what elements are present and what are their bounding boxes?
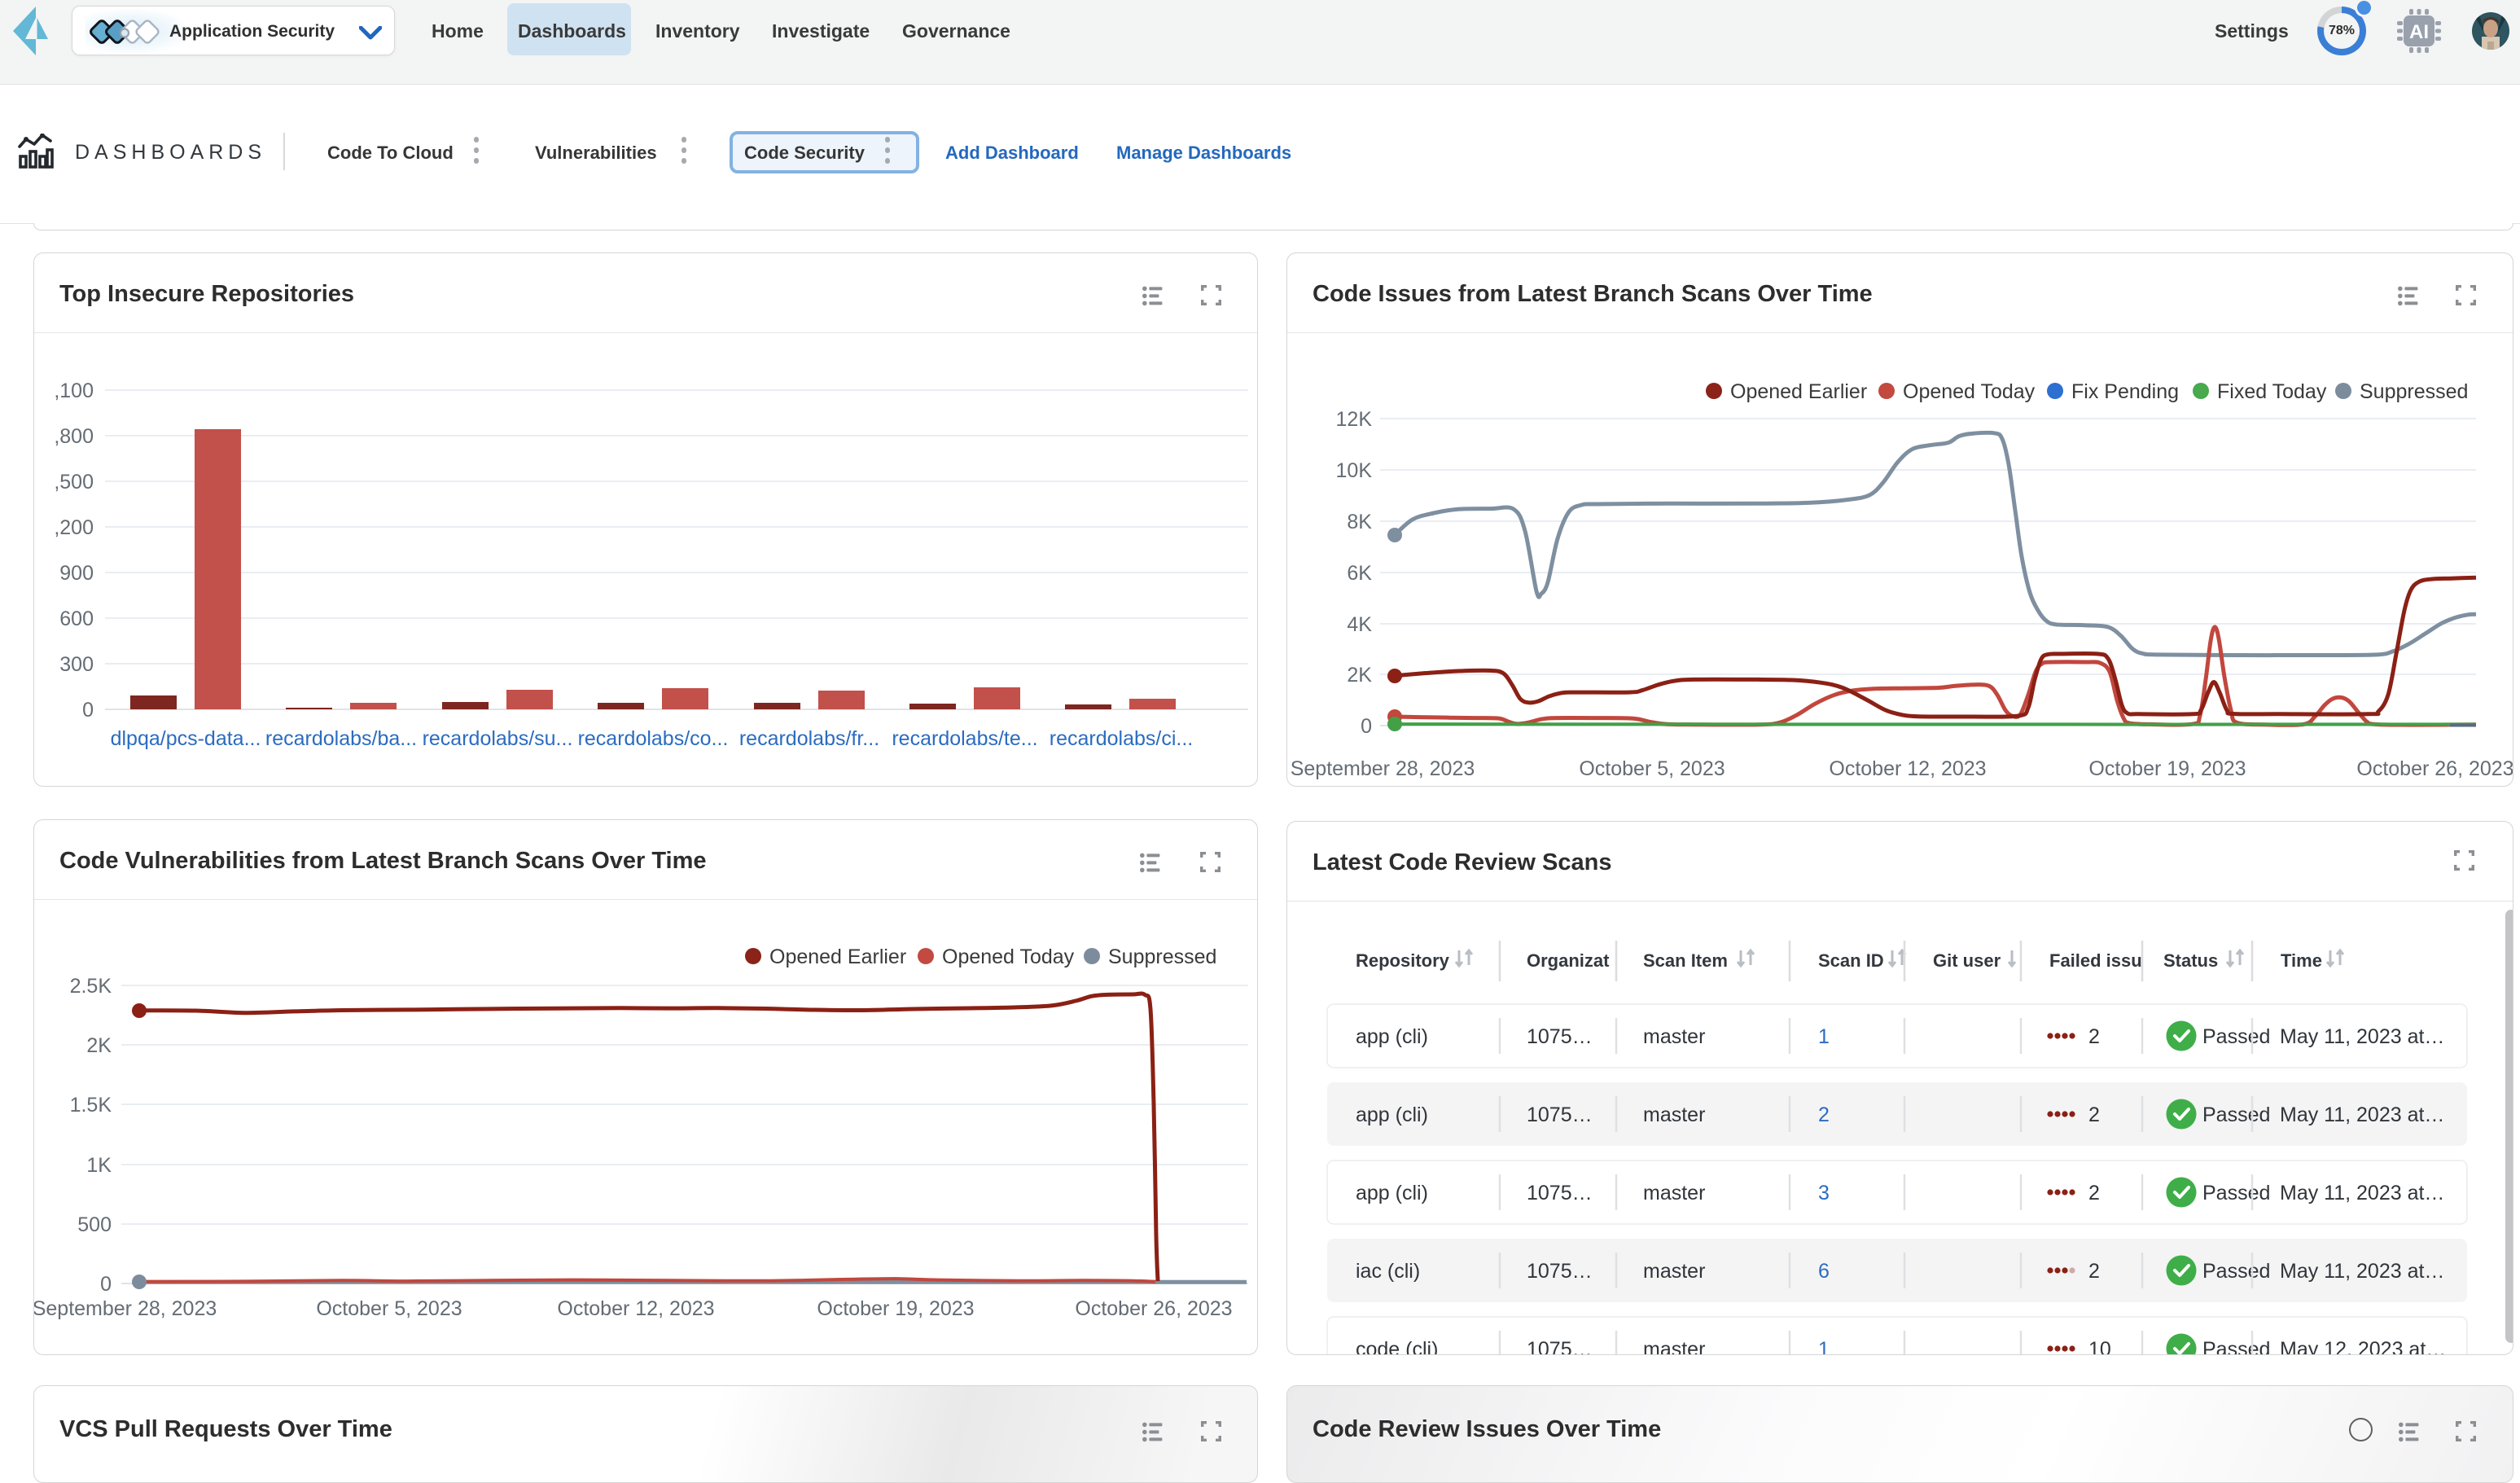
svg-text:app (cli): app (cli) bbox=[1356, 1182, 1428, 1204]
svg-text:September 28, 2023: September 28, 2023 bbox=[34, 1297, 217, 1320]
svg-text:Scan ID: Scan ID bbox=[1818, 950, 1884, 971]
svg-text:Organizat: Organizat bbox=[1527, 950, 1610, 971]
svg-text:May 11, 2023 at…: May 11, 2023 at… bbox=[2280, 1025, 2444, 1048]
svg-text:Opened Earlier: Opened Earlier bbox=[769, 946, 906, 968]
svg-text:6K: 6K bbox=[1347, 562, 1372, 585]
svg-text:,500: ,500 bbox=[54, 471, 94, 494]
svg-text:master: master bbox=[1643, 1025, 1705, 1048]
svg-text:iac (cli): iac (cli) bbox=[1356, 1260, 1420, 1283]
svg-text:master: master bbox=[1643, 1338, 1705, 1355]
svg-text:May 11, 2023 at…: May 11, 2023 at… bbox=[2280, 1260, 2444, 1283]
svg-text:1: 1 bbox=[1818, 1338, 1830, 1355]
svg-text:October 5, 2023: October 5, 2023 bbox=[1579, 757, 1725, 780]
svg-text:October 26, 2023: October 26, 2023 bbox=[2356, 757, 2513, 780]
svg-text:Status: Status bbox=[2163, 950, 2218, 971]
svg-text:Suppressed: Suppressed bbox=[2360, 380, 2468, 403]
svg-text:October 5, 2023: October 5, 2023 bbox=[316, 1297, 462, 1320]
svg-text:3: 3 bbox=[1818, 1182, 1830, 1204]
svg-text:2: 2 bbox=[2088, 1260, 2100, 1283]
svg-text:Passed: Passed bbox=[2202, 1338, 2270, 1355]
svg-text:recardolabs/fr...: recardolabs/fr... bbox=[739, 727, 879, 750]
svg-text:10: 10 bbox=[2088, 1338, 2111, 1355]
svg-text:May 11, 2023 at…: May 11, 2023 at… bbox=[2280, 1103, 2444, 1126]
svg-text:12K: 12K bbox=[1336, 408, 1373, 431]
svg-text:Scan Item: Scan Item bbox=[1643, 950, 1728, 971]
svg-text:0: 0 bbox=[1361, 715, 1372, 738]
svg-text:,800: ,800 bbox=[54, 425, 94, 448]
svg-text:May 12, 2023 at…: May 12, 2023 at… bbox=[2280, 1338, 2446, 1355]
svg-text:recardolabs/te...: recardolabs/te... bbox=[892, 727, 1037, 750]
svg-text:10K: 10K bbox=[1336, 459, 1373, 482]
svg-text:600: 600 bbox=[59, 608, 94, 630]
svg-text:dlpqa/pcs-data...: dlpqa/pcs-data... bbox=[111, 727, 261, 750]
svg-text:master: master bbox=[1643, 1182, 1705, 1204]
svg-text:Git user: Git user bbox=[1933, 950, 2001, 971]
svg-text:8K: 8K bbox=[1347, 511, 1372, 533]
svg-text:500: 500 bbox=[77, 1213, 112, 1236]
svg-text:Opened Today: Opened Today bbox=[1903, 380, 2036, 403]
svg-text:2K: 2K bbox=[1347, 664, 1372, 687]
svg-text:2: 2 bbox=[1818, 1103, 1830, 1126]
svg-text:recardolabs/ba...: recardolabs/ba... bbox=[265, 727, 417, 750]
svg-text:master: master bbox=[1643, 1260, 1705, 1283]
svg-text:Repository: Repository bbox=[1356, 950, 1450, 971]
svg-text:Failed issu: Failed issu bbox=[2049, 950, 2142, 971]
svg-text:Passed: Passed bbox=[2202, 1182, 2270, 1204]
svg-text:4K: 4K bbox=[1347, 613, 1372, 636]
svg-text:2: 2 bbox=[2088, 1025, 2100, 1048]
svg-text:1K: 1K bbox=[86, 1154, 112, 1177]
svg-text:Fix Pending: Fix Pending bbox=[2071, 380, 2179, 403]
svg-text:October 12, 2023: October 12, 2023 bbox=[557, 1297, 714, 1320]
svg-text:Opened Today: Opened Today bbox=[942, 946, 1075, 968]
svg-text:,100: ,100 bbox=[54, 380, 94, 402]
svg-text:Passed: Passed bbox=[2202, 1103, 2270, 1126]
svg-text:master: master bbox=[1643, 1103, 1705, 1126]
svg-text:September 28, 2023: September 28, 2023 bbox=[1291, 757, 1475, 780]
svg-text:1: 1 bbox=[1818, 1025, 1830, 1048]
svg-text:1075…: 1075… bbox=[1527, 1025, 1593, 1048]
svg-text:1075…: 1075… bbox=[1527, 1103, 1593, 1126]
svg-text:Fixed Today: Fixed Today bbox=[2217, 380, 2327, 403]
svg-text:app (cli): app (cli) bbox=[1356, 1103, 1428, 1126]
svg-text:1075…: 1075… bbox=[1527, 1260, 1593, 1283]
svg-text:October 12, 2023: October 12, 2023 bbox=[1829, 757, 1986, 780]
svg-text:Passed: Passed bbox=[2202, 1025, 2270, 1048]
svg-text:2.5K: 2.5K bbox=[70, 975, 112, 998]
svg-text:October 19, 2023: October 19, 2023 bbox=[817, 1297, 974, 1320]
svg-text:Time: Time bbox=[2281, 950, 2322, 971]
svg-text:recardolabs/su...: recardolabs/su... bbox=[423, 727, 573, 750]
svg-text:900: 900 bbox=[59, 562, 94, 585]
svg-text:1075…: 1075… bbox=[1527, 1182, 1593, 1204]
svg-text:recardolabs/ci...: recardolabs/ci... bbox=[1050, 727, 1193, 750]
svg-text:2: 2 bbox=[2088, 1103, 2100, 1126]
svg-text:app (cli): app (cli) bbox=[1356, 1025, 1428, 1048]
svg-text:0: 0 bbox=[82, 699, 94, 722]
svg-text:2K: 2K bbox=[86, 1034, 112, 1057]
svg-text:AI: AI bbox=[2409, 21, 2429, 43]
svg-text:2: 2 bbox=[2088, 1182, 2100, 1204]
svg-text:Opened Earlier: Opened Earlier bbox=[1730, 380, 1867, 403]
svg-text:6: 6 bbox=[1818, 1260, 1830, 1283]
svg-text:Suppressed: Suppressed bbox=[1108, 946, 1216, 968]
svg-text:0: 0 bbox=[100, 1273, 112, 1296]
svg-text:October 26, 2023: October 26, 2023 bbox=[1075, 1297, 1232, 1320]
svg-text:May 11, 2023 at…: May 11, 2023 at… bbox=[2280, 1182, 2444, 1204]
svg-text:,200: ,200 bbox=[54, 516, 94, 539]
svg-text:Passed: Passed bbox=[2202, 1260, 2270, 1283]
svg-text:1.5K: 1.5K bbox=[70, 1094, 112, 1117]
svg-text:code (cli): code (cli) bbox=[1356, 1338, 1438, 1355]
svg-text:1075…: 1075… bbox=[1527, 1338, 1593, 1355]
svg-text:recardolabs/co...: recardolabs/co... bbox=[578, 727, 729, 750]
svg-text:October 19, 2023: October 19, 2023 bbox=[2088, 757, 2246, 780]
svg-text:300: 300 bbox=[59, 653, 94, 676]
